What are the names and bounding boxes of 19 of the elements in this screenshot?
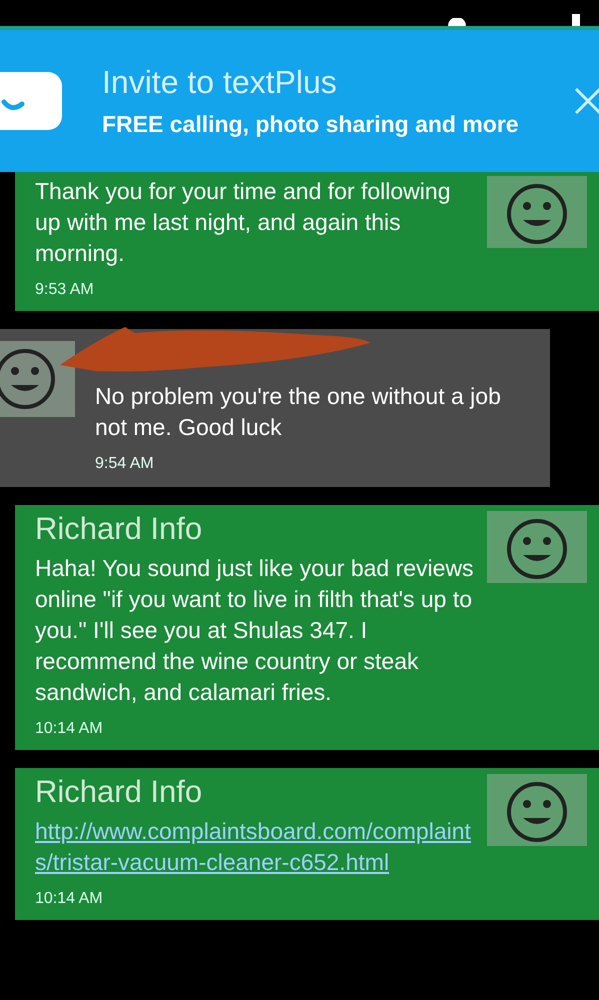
message-text: Thank you for your time and for following up with me last night, and again this morning.: [35, 177, 452, 268]
close-icon[interactable]: [573, 86, 599, 116]
banner-subtitle: FREE calling, photo sharing and more: [102, 111, 520, 138]
avatar-icon: [487, 176, 587, 248]
avatar-icon: [487, 774, 587, 846]
message-text: Haha! You sound just like your bad reviews online "if you want to live in filth that's up to you." I'll see you at Shulas 347. I recommend the wine country or steak sandwich, and calamari fries.: [35, 554, 475, 707]
banner-title: Invite to textPlus: [102, 64, 338, 101]
status-icon: [572, 14, 580, 26]
status-icon: [448, 18, 466, 26]
message-time: 9:53 AM: [35, 281, 95, 299]
message-time: 10:14 AM: [35, 890, 104, 908]
message-link[interactable]: http://www.complaintsboard.com/complaints/tristar-vacuum-cleaner-c652.html: [35, 816, 475, 878]
avatar-icon: [0, 341, 75, 417]
message-time: 9:54 AM: [95, 455, 155, 473]
message-time: 10:14 AM: [35, 720, 104, 738]
sender-name: Richard Info: [35, 774, 204, 810]
message-text: No problem you're the one without a job not me. Good luck: [95, 382, 502, 442]
sender-name: Richard Info: [35, 511, 204, 547]
avatar-icon: [487, 511, 587, 583]
